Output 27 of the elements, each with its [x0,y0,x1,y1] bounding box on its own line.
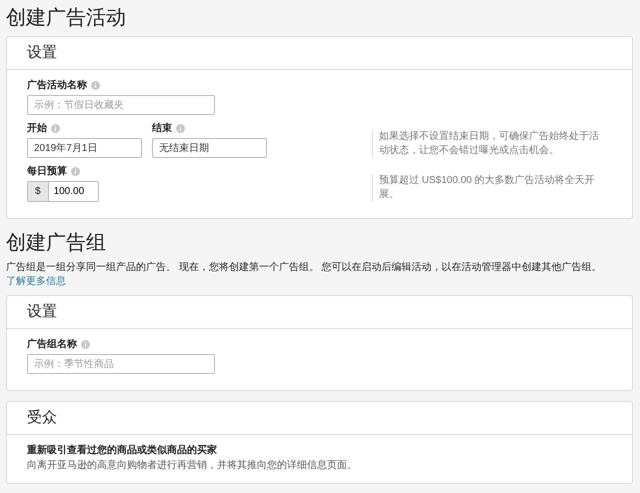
input-field[interactable]: 示例：节假日收藏夹 [27,95,215,115]
field-label: 每日预算 [27,164,67,179]
page-title: 创建广告活动 [6,6,127,31]
input-field[interactable]: 2019年7月1日 [27,138,142,158]
field-label: 广告活动名称 [27,78,87,93]
info-icon[interactable] [81,340,90,349]
option-description: 向离开亚马逊的高意向购物者进行再营销，并将其推向您的详细信息页面。 [27,458,358,473]
description-text: 广告组是一组分享同一组产品的广告。 现在，您将创建第一个广告组。 您可以在启动后编辑活动，以在活动管理器中创建其他广告组。 了解更多信息 [6,261,603,289]
field-label: 开始 [27,122,47,136]
section-title: 创建广告组 [6,231,107,256]
learn-more-link[interactable]: 了解更多信息 [6,276,66,287]
info-icon[interactable] [91,81,100,90]
card-title: 设置 [7,296,632,329]
hint-text: 如果选择不设置结束日期，可确保广告始终处于活动状态，让您不会错过曝光或点击机会。 [372,130,604,158]
input-field[interactable]: 示例：季节性商品 [27,354,215,374]
field-label: 广告组名称 [27,337,77,352]
option-title: 重新吸引查看过您的商品或类似商品的买家 [27,443,218,458]
info-icon[interactable] [51,124,60,133]
hint-text: 预算超过 US$100.00 的大多数广告活动将全天开展。 [372,174,604,202]
input-field[interactable]: 100.00 [48,181,99,202]
input-field[interactable]: 无结束日期 [152,138,267,158]
info-icon[interactable] [71,167,80,176]
card-title: 受众 [7,402,632,435]
card-title: 设置 [7,37,632,70]
info-icon[interactable] [176,124,185,133]
field-label: 结束 [152,122,172,136]
currency-symbol: $ [27,181,49,202]
